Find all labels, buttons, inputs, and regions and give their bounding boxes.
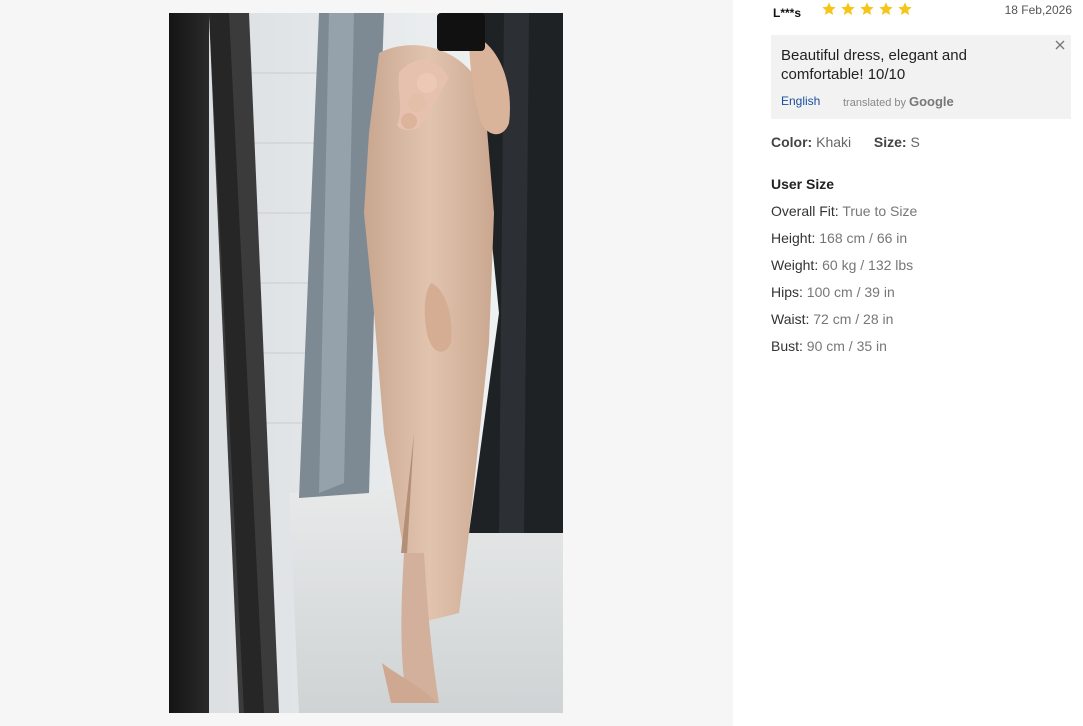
google-logo: Google: [908, 94, 954, 109]
language-link[interactable]: English: [781, 94, 820, 108]
translation-attribution: translated by Google: [843, 94, 954, 109]
size-value: S: [910, 134, 920, 150]
image-viewer: [0, 0, 733, 726]
list-item: Hips: 100 cm / 39 in: [771, 284, 917, 311]
size-item-value: 90 cm / 35 in: [806, 338, 887, 354]
translated-by-label: translated by: [843, 97, 906, 109]
color-label: Color:: [771, 134, 813, 150]
translation-box: Beautiful dress, elegant and comfortable…: [771, 35, 1071, 119]
list-item: Waist: 72 cm / 28 in: [771, 311, 917, 338]
list-item: Bust: 90 cm / 35 in: [771, 338, 917, 365]
rating-stars: [821, 1, 913, 17]
list-item: Overall Fit: True to Size: [771, 203, 917, 230]
close-icon[interactable]: [1053, 38, 1067, 52]
list-item: Height: 168 cm / 66 in: [771, 230, 917, 257]
color-value: Khaki: [816, 134, 852, 150]
size-item-value: True to Size: [842, 203, 918, 219]
size-item-value: 60 kg / 132 lbs: [822, 257, 914, 273]
review-photo-image: [169, 13, 563, 713]
star-icon: [860, 2, 874, 15]
size-item-value: 100 cm / 39 in: [806, 284, 895, 300]
review-date: 18 Feb,2026: [1004, 3, 1072, 17]
size-label: Size:: [873, 134, 907, 150]
star-icon: [898, 2, 912, 15]
review-panel: L***s 18 Feb,2026 Beautiful dress, elega…: [771, 0, 1073, 726]
purchase-attributes: Color: Khaki Size: S: [771, 134, 920, 150]
size-item-label: Overall Fit:: [771, 203, 839, 219]
size-item-label: Bust:: [771, 338, 803, 354]
star-icon: [879, 2, 893, 15]
reviewer-name: L***s: [773, 6, 802, 20]
size-item-value: 72 cm / 28 in: [813, 311, 894, 327]
size-item-label: Weight:: [771, 257, 819, 273]
review-photo[interactable]: [169, 13, 563, 713]
list-item: Weight: 60 kg / 132 lbs: [771, 257, 917, 284]
user-size-list: Overall Fit: True to Size Height: 168 cm…: [771, 203, 917, 365]
star-icon: [822, 2, 836, 15]
size-item-label: Waist:: [771, 311, 810, 327]
size-item-label: Height:: [771, 230, 816, 246]
star-icon: [841, 2, 855, 15]
review-header: L***s 18 Feb,2026: [771, 0, 1073, 24]
size-item-label: Hips:: [771, 284, 803, 300]
size-item-value: 168 cm / 66 in: [819, 230, 908, 246]
translated-review-text: Beautiful dress, elegant and comfortable…: [781, 47, 967, 83]
user-size-title: User Size: [771, 176, 835, 192]
